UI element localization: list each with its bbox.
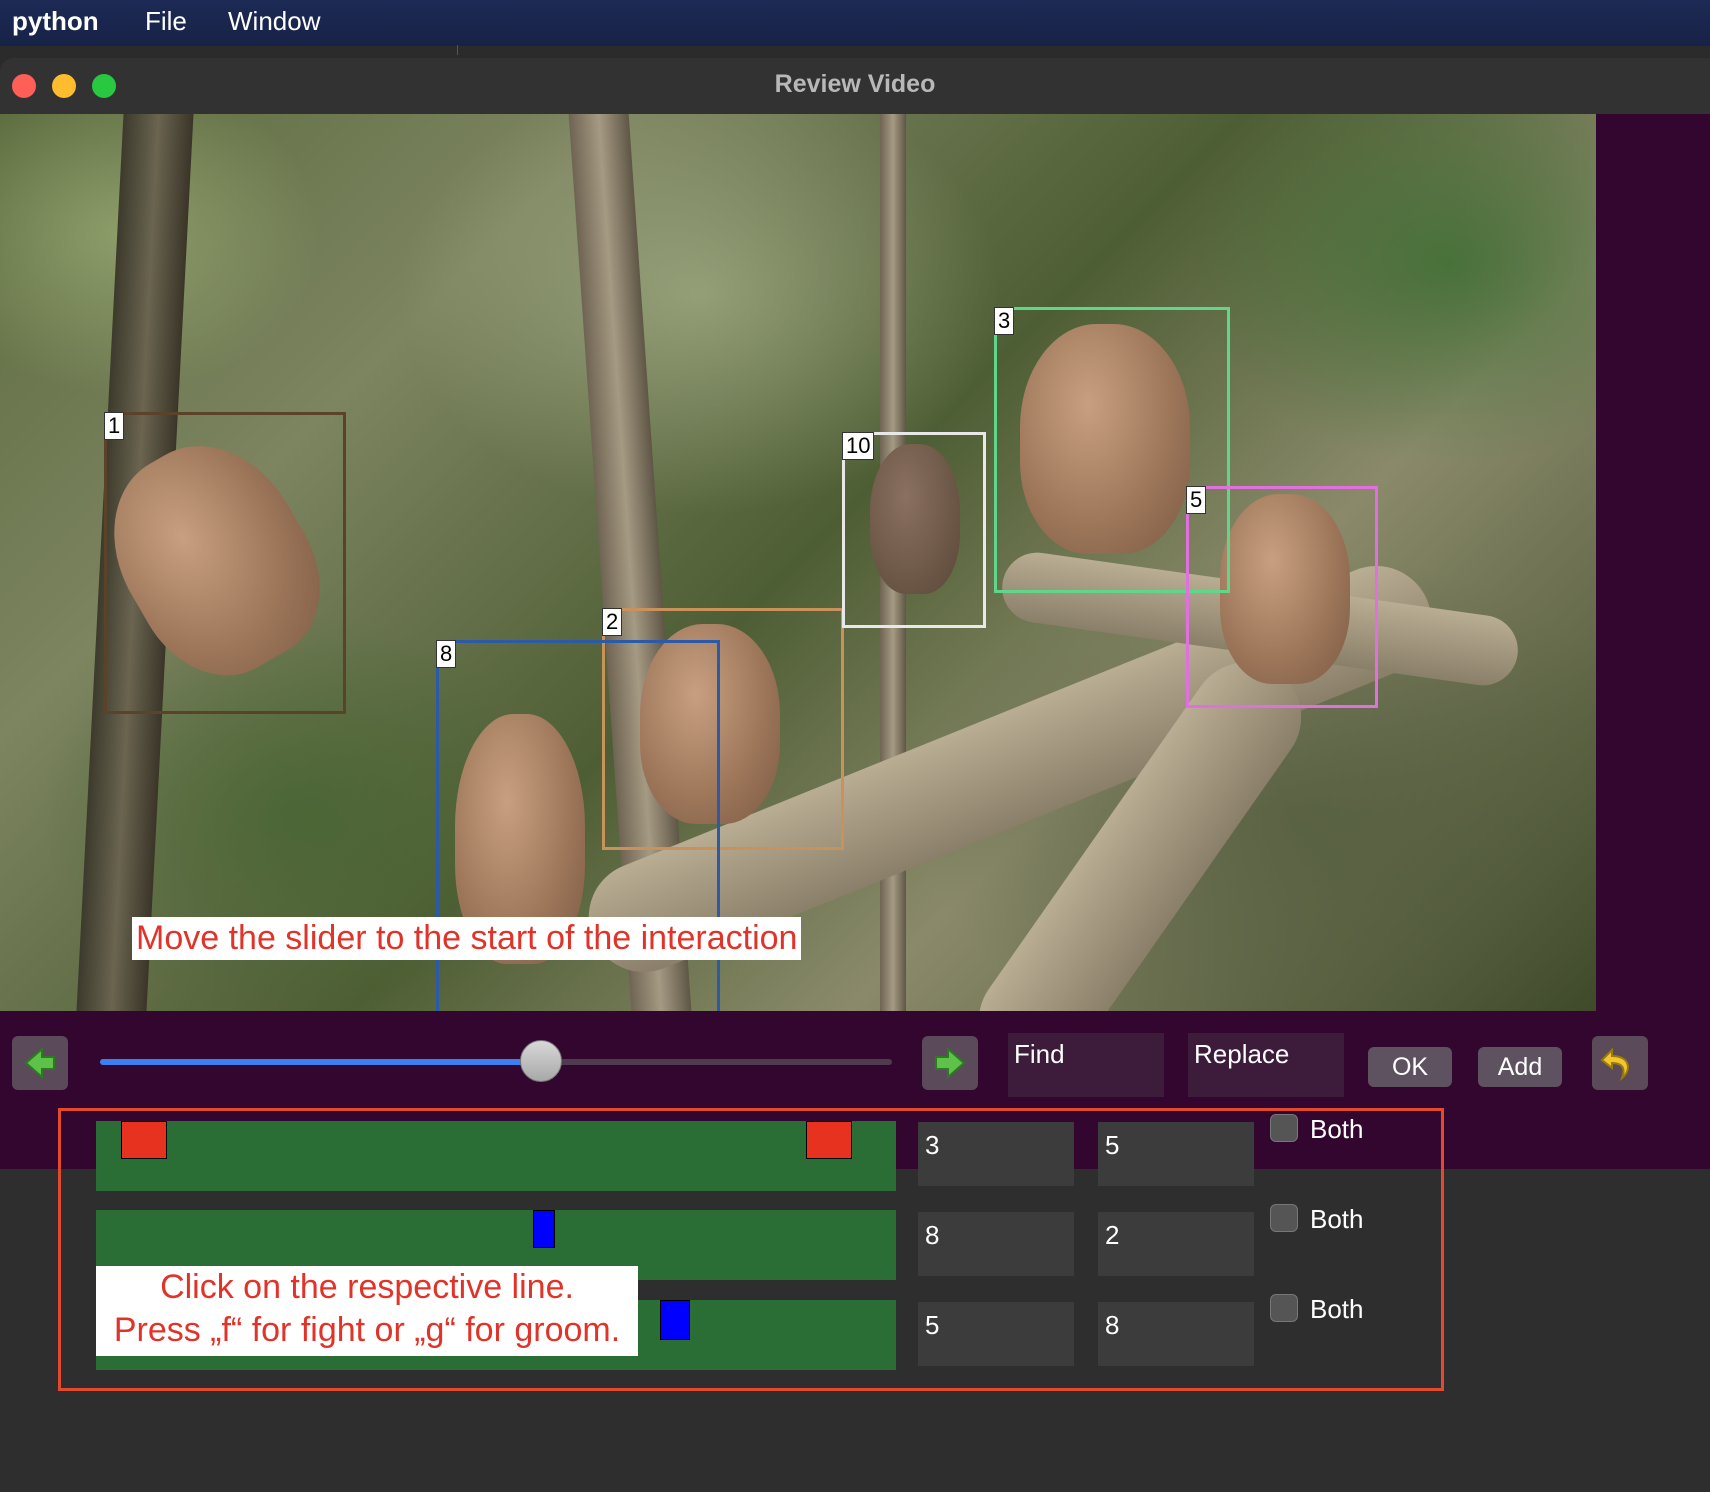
both-checkbox[interactable]: [1270, 1204, 1298, 1232]
video-panel: 1 2 3 5 8 10: [0, 114, 1710, 1019]
bbox-label: 5: [1186, 486, 1207, 514]
find-input[interactable]: Find: [1008, 1033, 1164, 1097]
video-frame: 1 2 3 5 8 10: [0, 114, 1596, 1011]
slider-instruction: Move the slider to the start of the inte…: [132, 917, 802, 960]
title-bar: Review Video: [0, 58, 1710, 115]
bbox-label: 1: [104, 412, 125, 440]
ok-button[interactable]: OK: [1368, 1047, 1452, 1087]
timeline-instruction: Click on the respective line. Press „f“ …: [96, 1266, 638, 1356]
bbox-label: 8: [436, 640, 457, 668]
individual-a-field[interactable]: 3: [918, 1122, 1074, 1186]
divider: [457, 45, 458, 55]
undo-arrow-icon: [1600, 1047, 1629, 1082]
fight-marker[interactable]: [121, 1121, 167, 1159]
instruction-line-1: Click on the respective line.: [160, 1268, 574, 1306]
undo-button[interactable]: [1592, 1036, 1648, 1090]
left-arrow-icon: [24, 1046, 55, 1080]
both-label: Both: [1310, 1294, 1364, 1324]
fight-marker[interactable]: [806, 1121, 852, 1159]
bbox-1: 1: [104, 412, 346, 714]
bbox-5: 5: [1186, 486, 1378, 708]
groom-marker[interactable]: [533, 1210, 555, 1248]
timeline-slider-fill: [100, 1059, 540, 1065]
next-frame-button[interactable]: [922, 1036, 978, 1090]
menu-bar: python File Window: [0, 0, 1710, 46]
timeline-slider-thumb[interactable]: [520, 1040, 562, 1082]
window-menu[interactable]: Window: [228, 6, 320, 37]
bbox-label: 2: [602, 608, 623, 636]
bbox-label: 10: [842, 432, 875, 460]
app-menu[interactable]: python: [12, 6, 99, 37]
individual-a-field[interactable]: 8: [918, 1212, 1074, 1276]
add-button[interactable]: Add: [1478, 1047, 1562, 1087]
previous-frame-button[interactable]: [12, 1036, 68, 1090]
right-arrow-icon: [935, 1046, 966, 1080]
groom-marker[interactable]: [660, 1300, 690, 1340]
individual-a-field[interactable]: 5: [918, 1302, 1074, 1366]
both-label: Both: [1310, 1204, 1364, 1234]
replace-input[interactable]: Replace: [1188, 1033, 1344, 1097]
both-checkbox[interactable]: [1270, 1294, 1298, 1322]
individual-b-field[interactable]: 2: [1098, 1212, 1254, 1276]
both-checkbox[interactable]: [1270, 1114, 1298, 1142]
both-label: Both: [1310, 1114, 1364, 1144]
individual-b-field[interactable]: 5: [1098, 1122, 1254, 1186]
bbox-label: 3: [994, 307, 1015, 335]
interaction-timeline-1[interactable]: [96, 1121, 896, 1191]
window-title: Review Video: [774, 70, 936, 98]
instruction-line-2: Press „f“ for fight or „g“ for groom.: [113, 1311, 621, 1349]
bbox-10: 10: [842, 432, 986, 628]
file-menu[interactable]: File: [145, 6, 187, 37]
individual-b-field[interactable]: 8: [1098, 1302, 1254, 1366]
